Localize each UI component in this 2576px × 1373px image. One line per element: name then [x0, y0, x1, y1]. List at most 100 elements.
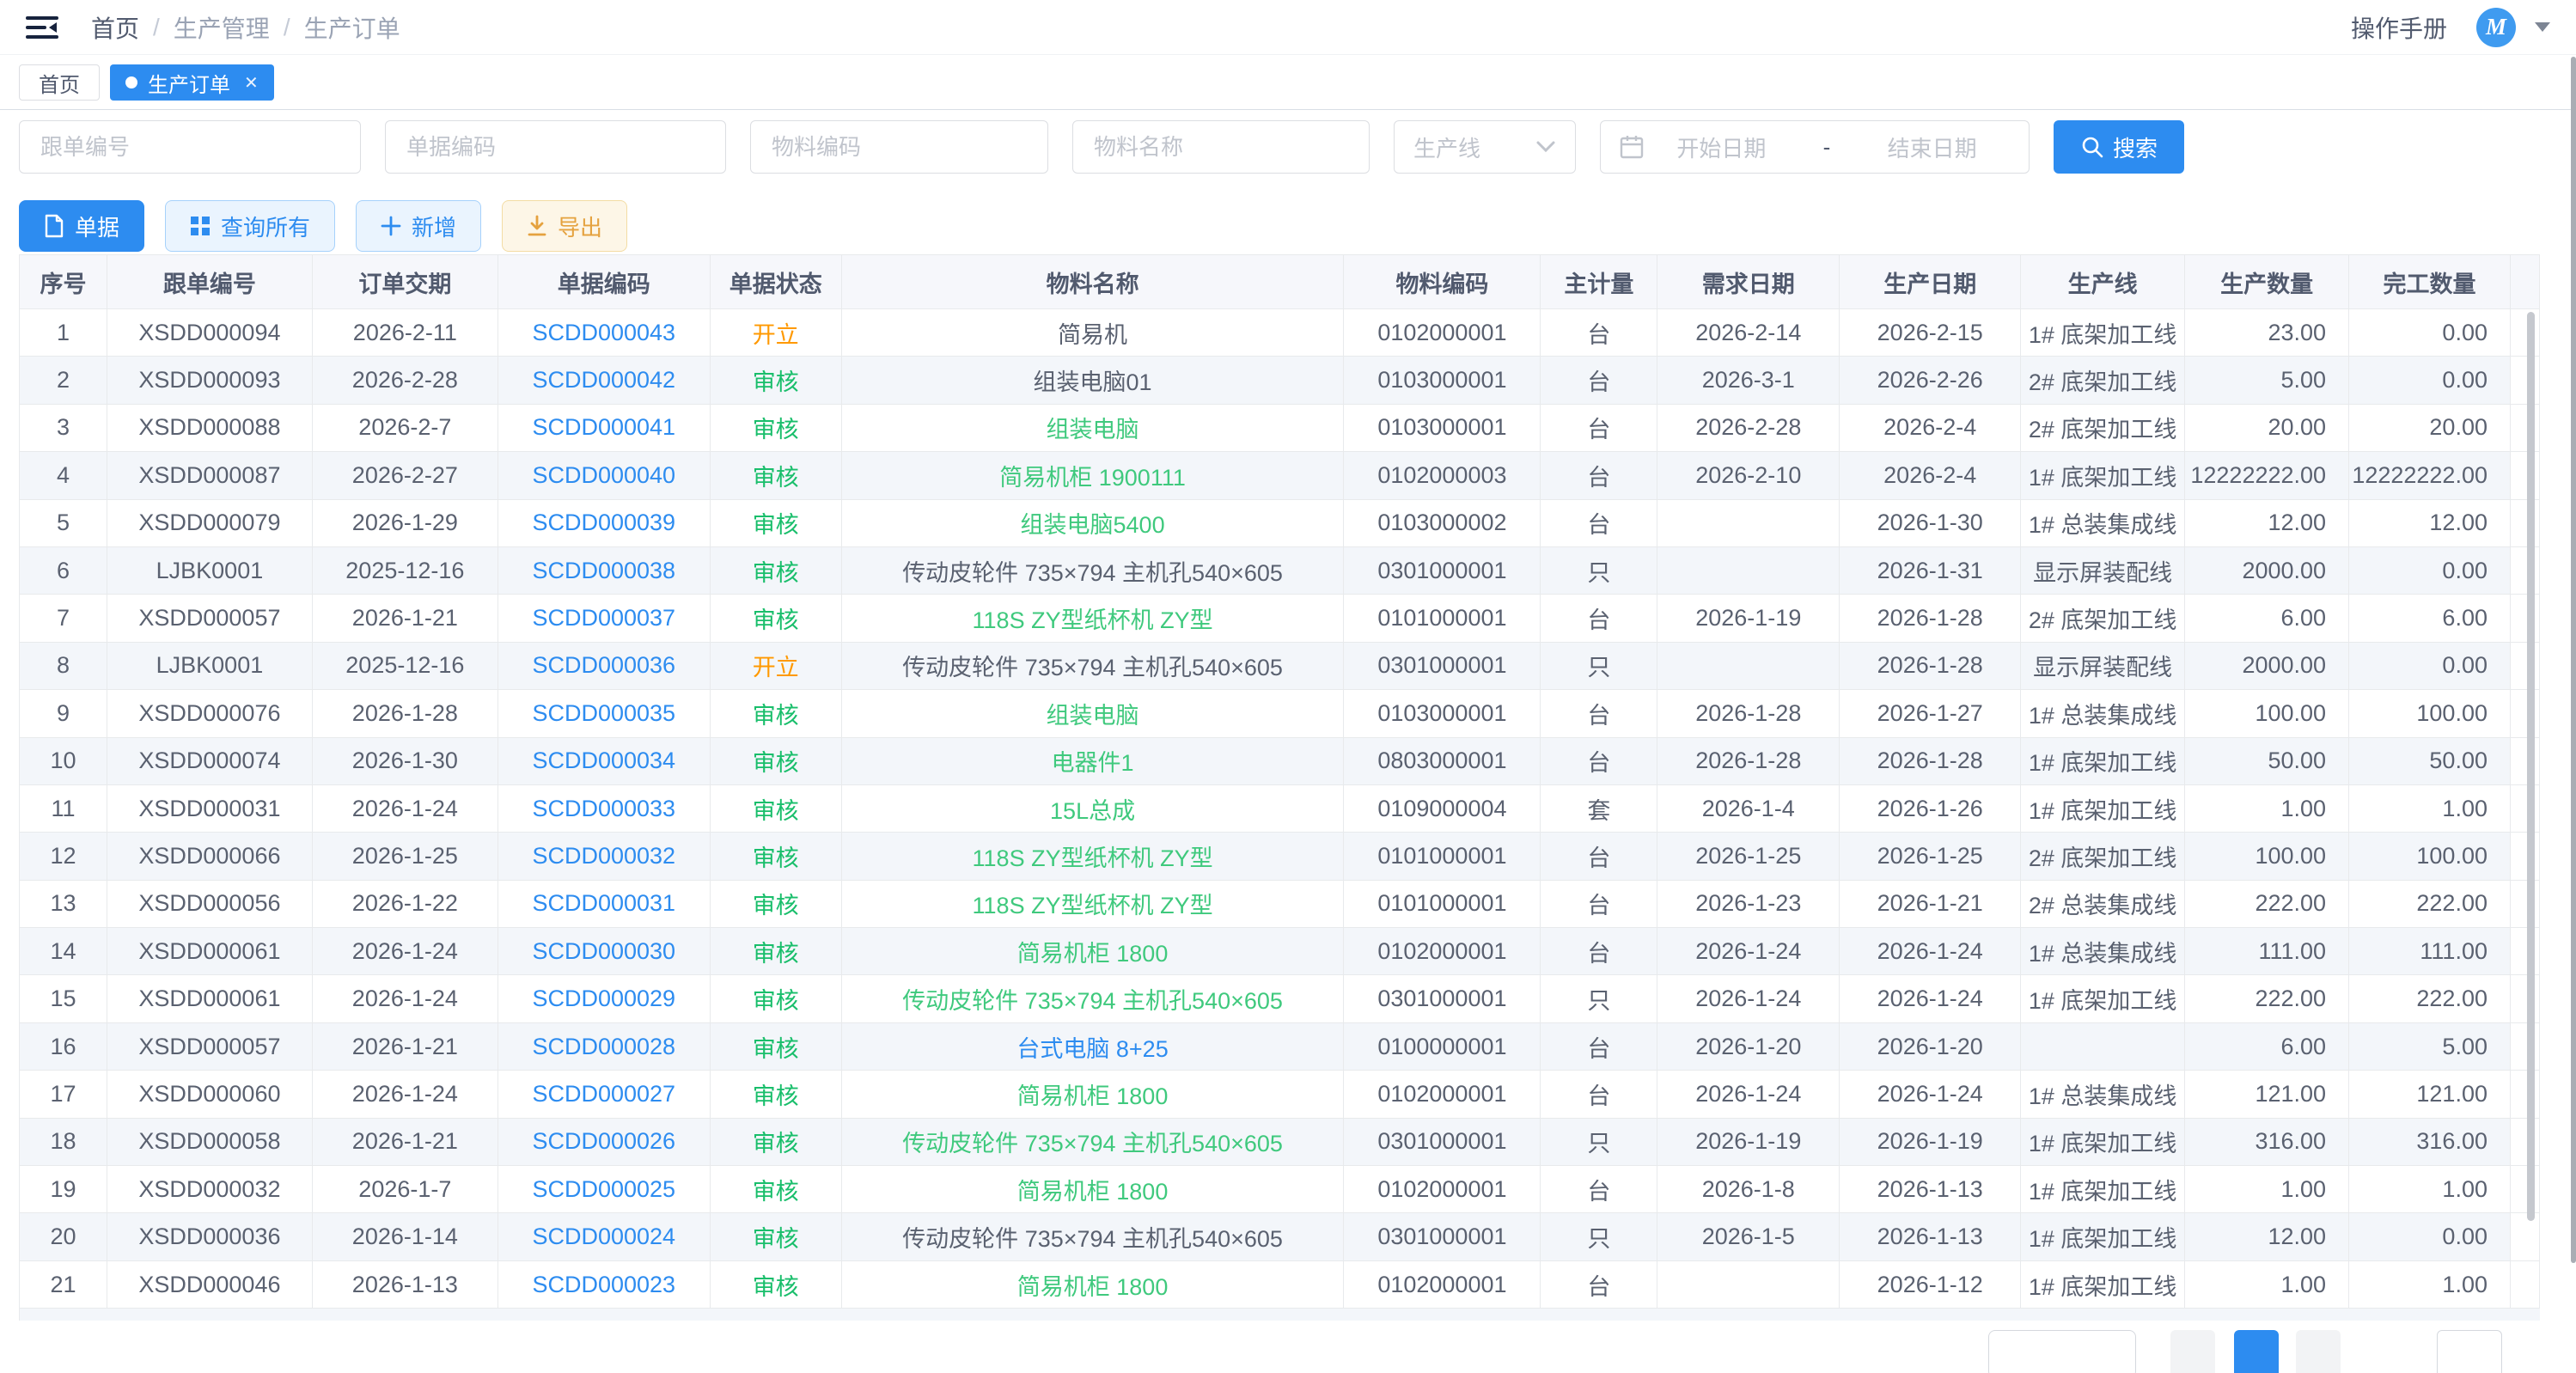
- cell-mat: 0301000001: [1344, 643, 1541, 689]
- cell-code[interactable]: SCDD000037: [498, 595, 711, 641]
- cell-code[interactable]: SCDD000032: [498, 833, 711, 879]
- start-date-placeholder[interactable]: 开始日期: [1644, 131, 1799, 163]
- cell-qty: 12.00: [2185, 1213, 2349, 1260]
- cell-spacer: [2511, 881, 2540, 927]
- doc-code-input[interactable]: [386, 121, 725, 173]
- cell-line: 1# 总装集成线: [2021, 928, 2185, 974]
- cell-status: 开立: [711, 309, 842, 356]
- breadcrumb-home[interactable]: 首页: [91, 10, 139, 45]
- cell-spacer: [2511, 738, 2540, 784]
- cell-status: 审核: [711, 738, 842, 784]
- column-header-due: 订单交期: [313, 255, 498, 308]
- cell-need: 2026-2-28: [1657, 405, 1840, 451]
- tab-home[interactable]: 首页: [19, 64, 100, 101]
- pagination-prev-button[interactable]: [2170, 1330, 2215, 1373]
- avatar[interactable]: M: [2476, 8, 2516, 47]
- cell-done: 12222222.00: [2349, 452, 2511, 498]
- cell-code[interactable]: SCDD000033: [498, 785, 711, 832]
- pagination-next-button[interactable]: [2296, 1330, 2341, 1373]
- cell-unit: 台: [1541, 1023, 1657, 1070]
- cell-line: 2# 底架加工线: [2021, 357, 2185, 403]
- chevron-down-icon[interactable]: [2535, 22, 2550, 32]
- cell-no: 1: [20, 309, 107, 356]
- cell-code[interactable]: SCDD000031: [498, 881, 711, 927]
- cell-spacer: [2511, 643, 2540, 689]
- cell-spacer: [2511, 1166, 2540, 1212]
- search-button[interactable]: 搜索: [2054, 120, 2184, 174]
- cell-qty: 222.00: [2185, 881, 2349, 927]
- cell-code[interactable]: SCDD000027: [498, 1071, 711, 1117]
- cell-track: XSDD000031: [107, 785, 313, 832]
- date-range-picker[interactable]: 开始日期 - 结束日期: [1600, 120, 2030, 174]
- cell-code[interactable]: SCDD000023: [498, 1261, 711, 1308]
- cell-code[interactable]: SCDD000030: [498, 928, 711, 974]
- cell-due: 2026-1-21: [313, 1023, 498, 1070]
- cell-code[interactable]: SCDD000036: [498, 643, 711, 689]
- cell-prod: 2026-1-19: [1840, 1119, 2021, 1165]
- pagination-current-page[interactable]: [2234, 1330, 2279, 1373]
- cell-no: 4: [20, 452, 107, 498]
- cell-mat: 0103000002: [1344, 500, 1541, 546]
- cell-done: 0.00: [2349, 547, 2511, 594]
- cell-code[interactable]: SCDD000026: [498, 1119, 711, 1165]
- export-button[interactable]: 导出: [502, 200, 627, 252]
- cell-code[interactable]: SCDD000034: [498, 738, 711, 784]
- cell-mat: 0101000001: [1344, 595, 1541, 641]
- cell-code[interactable]: SCDD000039: [498, 500, 711, 546]
- cell-code[interactable]: SCDD000028: [498, 1023, 711, 1070]
- cell-code[interactable]: SCDD000043: [498, 309, 711, 356]
- close-icon[interactable]: ✕: [244, 72, 259, 94]
- cell-no: 19: [20, 1166, 107, 1212]
- document-button[interactable]: 单据: [19, 200, 144, 252]
- cell-track: LJBK0001: [107, 643, 313, 689]
- cell-status: 审核: [711, 1213, 842, 1260]
- cell-code[interactable]: SCDD000029: [498, 975, 711, 1022]
- orders-table: 序号跟单编号订单交期单据编码单据状态物料名称物料编码主计量需求日期生产日期生产线…: [19, 254, 2540, 1321]
- top-bar: 首页 / 生产管理 / 生产订单 操作手册 M: [0, 0, 2576, 55]
- column-header-name: 物料名称: [842, 255, 1345, 308]
- cell-code[interactable]: SCDD000025: [498, 1166, 711, 1212]
- cell-mat: 0301000001: [1344, 1213, 1541, 1260]
- cell-status: 审核: [711, 452, 842, 498]
- pagination-jump-input[interactable]: [2437, 1330, 2502, 1373]
- cell-code[interactable]: SCDD000040: [498, 452, 711, 498]
- cell-status: 开立: [711, 643, 842, 689]
- cell-prod: 2026-1-26: [1840, 785, 2021, 832]
- breadcrumb: 首页 / 生产管理 / 生产订单: [91, 10, 400, 45]
- cell-line: 1# 底架加工线: [2021, 975, 2185, 1022]
- add-button[interactable]: 新增: [356, 200, 481, 252]
- track-number-field: [19, 120, 361, 174]
- breadcrumb-separator: /: [284, 14, 290, 41]
- action-bar: 单据 查询所有 新增 导出: [19, 200, 627, 252]
- cell-code[interactable]: SCDD000035: [498, 690, 711, 736]
- collapse-menu-icon[interactable]: [26, 15, 58, 40]
- cell-due: 2026-2-7: [313, 405, 498, 451]
- tab-production-orders[interactable]: 生产订单 ✕: [110, 64, 274, 101]
- cell-unit: 台: [1541, 1166, 1657, 1212]
- cell-line: 2# 底架加工线: [2021, 405, 2185, 451]
- end-date-placeholder[interactable]: 结束日期: [1854, 131, 2010, 163]
- material-name-input[interactable]: [1073, 121, 1369, 173]
- cell-qty: 2000.00: [2185, 547, 2349, 594]
- cell-code[interactable]: SCDD000024: [498, 1213, 711, 1260]
- cell-code[interactable]: SCDD000042: [498, 357, 711, 403]
- cell-unit: 台: [1541, 405, 1657, 451]
- cell-code[interactable]: SCDD000041: [498, 405, 711, 451]
- production-line-select[interactable]: 生产线: [1394, 120, 1576, 174]
- search-button-label: 搜索: [2113, 131, 2158, 163]
- cell-qty: 100.00: [2185, 833, 2349, 879]
- cell-no: 20: [20, 1213, 107, 1260]
- cell-code[interactable]: SCDD000038: [498, 547, 711, 594]
- cell-track: XSDD000074: [107, 738, 313, 784]
- material-code-input[interactable]: [751, 121, 1047, 173]
- query-all-button[interactable]: 查询所有: [165, 200, 335, 252]
- table-scrollbar[interactable]: [2527, 312, 2535, 1221]
- breadcrumb-level1[interactable]: 生产管理: [174, 10, 270, 45]
- cell-line: 1# 底架加工线: [2021, 738, 2185, 784]
- cell-prod: 2026-2-4: [1840, 405, 2021, 451]
- window-scrollbar[interactable]: [2571, 57, 2576, 1263]
- track-number-input[interactable]: [20, 121, 360, 173]
- manual-link[interactable]: 操作手册: [2351, 10, 2447, 45]
- pagination-page-size-select[interactable]: [1988, 1330, 2136, 1373]
- cell-spacer: [2511, 785, 2540, 832]
